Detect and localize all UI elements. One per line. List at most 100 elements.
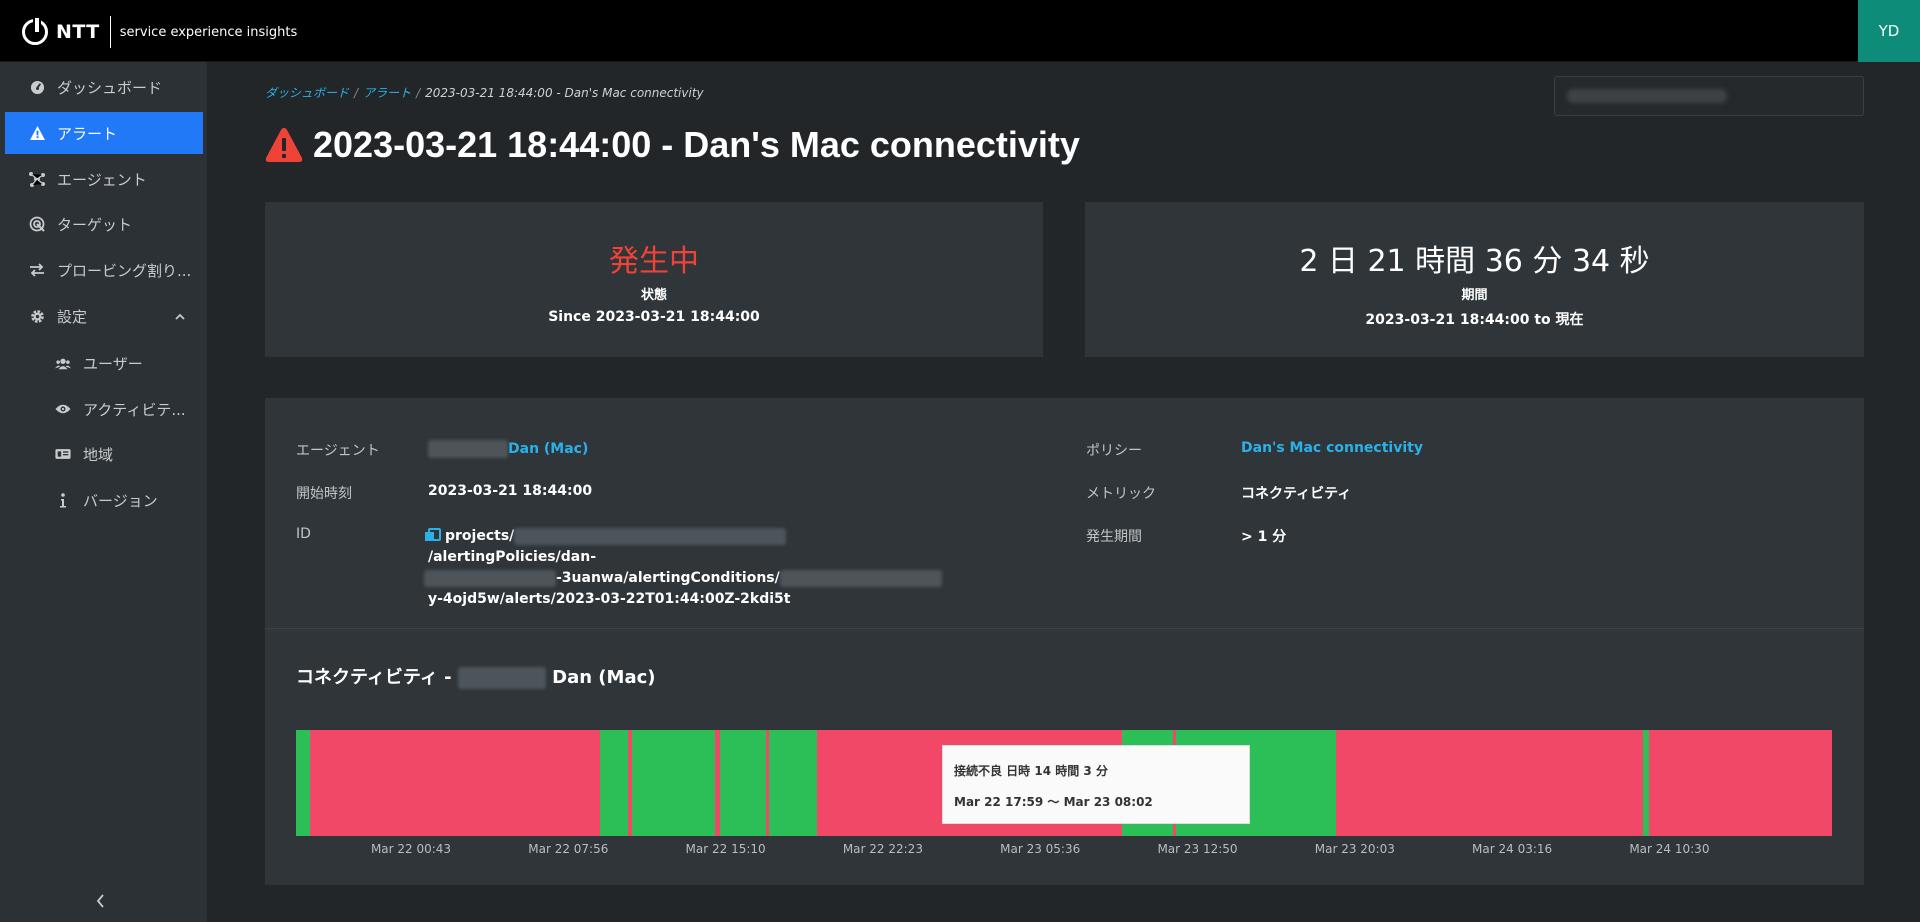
- period-value: > 1 分: [1241, 529, 1287, 545]
- region-icon: [55, 446, 71, 462]
- chart-title-suffix: Dan (Mac): [552, 667, 656, 688]
- redacted-text: [514, 527, 787, 545]
- timeline-segment-bad[interactable]: [1649, 730, 1832, 836]
- logo-divider: [109, 16, 111, 48]
- sidebar-item-label: エージェント: [57, 170, 147, 189]
- duration-label: 期間: [1461, 288, 1488, 303]
- duration-value: 2 日 21 時間 36 分 34 秒: [1299, 244, 1650, 279]
- sidebar-item-label: バージョン: [83, 491, 158, 510]
- id-text: -3uanwa/alertingConditions/: [556, 570, 780, 586]
- sidebar-item-region[interactable]: 地域: [5, 433, 203, 475]
- sidebar-item-targets[interactable]: ターゲット: [5, 203, 203, 245]
- id-text: projects/: [445, 528, 515, 544]
- connectivity-timeline[interactable]: 接続不良 日時 14 時間 3 分 Mar 22 17:59 〜 Mar 23 …: [296, 730, 1832, 856]
- timeline-segment-bad[interactable]: [309, 730, 601, 836]
- timeline-tick-label: Mar 23 20:03: [1314, 842, 1395, 856]
- sidebar-item-label: アクティビテ...: [83, 400, 186, 419]
- timeline-segment-ok[interactable]: [769, 730, 817, 836]
- timeline-tick-label: Mar 22 07:56: [528, 842, 609, 856]
- timeline-segment-ok[interactable]: [719, 730, 766, 836]
- agent-icon: [29, 171, 45, 187]
- sidebar-item-label: ユーザー: [83, 354, 143, 373]
- copy-icon[interactable]: [425, 528, 441, 541]
- timeline-tick-label: Mar 22 00:43: [370, 842, 452, 856]
- power-logo-icon: [22, 18, 48, 45]
- sidebar-item-users[interactable]: ユーザー: [5, 342, 203, 384]
- sidebar-item-label: 設定: [57, 307, 88, 326]
- brand-name: NTT: [56, 21, 100, 43]
- chart-title-prefix: コネクティビティ -: [296, 667, 452, 688]
- chevron-left-icon: [96, 894, 104, 908]
- info-icon: [55, 492, 71, 508]
- warning-icon: [265, 127, 303, 163]
- ntt-logo[interactable]: NTT service experience insights: [22, 16, 297, 48]
- sidebar-item-dashboard[interactable]: ダッシュボード: [5, 66, 203, 108]
- eye-icon: [55, 401, 71, 417]
- redacted-text: [428, 440, 508, 458]
- collapse-sidebar-button[interactable]: [96, 893, 105, 912]
- metric-value: コネクティビティ: [1241, 486, 1352, 502]
- timeline-tick-label: Mar 23 05:36: [1000, 842, 1081, 856]
- period-label: 発生期間: [1086, 529, 1142, 545]
- agent-label: エージェント: [296, 443, 380, 459]
- status-label: 状態: [640, 288, 667, 303]
- timeline-segment-ok[interactable]: [600, 730, 628, 836]
- gear-icon: [29, 308, 45, 324]
- status-card: 発生中 状態 Since 2023-03-21 18:44:00: [265, 202, 1043, 357]
- breadcrumb: ダッシュボード / アラート / 2023-03-21 18:44:00 - Dan's…: [265, 84, 704, 101]
- sidebar-item-version[interactable]: バージョン: [5, 479, 203, 521]
- page-title-text: 2023-03-21 18:44:00 - Dan's Mac connecti…: [313, 124, 1080, 165]
- timeline-segment-ok[interactable]: [296, 730, 310, 836]
- sidebar-item-settings[interactable]: 設定: [5, 295, 203, 337]
- warning-icon: [29, 125, 45, 141]
- breadcrumb-current: 2023-03-21 18:44:00 - Dan's Mac connecti…: [425, 86, 704, 100]
- status-value: 発生中: [609, 244, 699, 279]
- id-label: ID: [296, 526, 311, 542]
- sidebar-item-label: ターゲット: [57, 215, 133, 234]
- id-text: /alertingPolicies/dan-: [428, 549, 596, 565]
- project-selector[interactable]: [1554, 76, 1864, 116]
- page-title: 2023-03-21 18:44:00 - Dan's Mac connecti…: [265, 124, 1080, 166]
- sidebar-item-alerts[interactable]: アラート: [5, 112, 203, 154]
- alert-id-value: projects/ /alertingPolicies/dan- -3uanwa/a…: [424, 526, 948, 610]
- target-icon: [29, 216, 45, 232]
- redacted-text: [424, 569, 556, 587]
- sidebar-item-probing[interactable]: プロービング割り...: [5, 249, 203, 291]
- main-content: ダッシュボード / アラート / 2023-03-21 18:44:00 - Dan's…: [207, 62, 1920, 922]
- swap-icon: [29, 262, 45, 278]
- timeline-segment-bad[interactable]: [1335, 730, 1644, 836]
- timeline-tick-label: Mar 24 10:30: [1629, 842, 1710, 856]
- tooltip-duration: 接続不良 日時 14 時間 3 分: [954, 764, 1108, 778]
- policy-link[interactable]: Dan's Mac connectivity: [1241, 440, 1423, 456]
- id-text: y-4ojd5w/alerts/2023-03-22T01:44:00Z-2kd…: [428, 591, 791, 607]
- alert-details-card: エージェント Dan (Mac) 開始時刻 2023-03-21 18:44:0…: [265, 398, 1864, 885]
- timeline-tick-label: Mar 22 15:10: [685, 842, 766, 856]
- user-avatar[interactable]: YD: [1858, 0, 1920, 62]
- timeline-tick-label: Mar 24 03:16: [1472, 842, 1553, 856]
- timeline-segment-ok[interactable]: [632, 730, 716, 836]
- agent-name: Dan (Mac): [508, 441, 589, 457]
- users-icon: [55, 355, 71, 371]
- sidebar-item-agents[interactable]: エージェント: [5, 158, 203, 200]
- policy-label: ポリシー: [1086, 443, 1142, 459]
- redacted-text: [457, 667, 546, 689]
- chart-title: コネクティビティ - Dan (Mac): [296, 663, 656, 689]
- sidebar-item-label: プロービング割り...: [57, 261, 192, 280]
- sidebar-item-label: 地域: [83, 445, 114, 464]
- agent-link[interactable]: Dan (Mac): [428, 440, 588, 458]
- breadcrumb-separator: /: [416, 86, 421, 100]
- status-since: Since 2023-03-21 18:44:00: [548, 309, 760, 325]
- chevron-up-icon: [175, 310, 185, 323]
- timeline-tick-label: Mar 23 12:50: [1157, 842, 1238, 856]
- start-time-value: 2023-03-21 18:44:00: [428, 483, 593, 499]
- breadcrumb-alerts[interactable]: アラート: [363, 86, 411, 100]
- sidebar-item-activity[interactable]: アクティビテ...: [5, 388, 203, 430]
- breadcrumb-dashboard[interactable]: ダッシュボード: [265, 86, 349, 100]
- metric-label: メトリック: [1086, 486, 1156, 502]
- redacted-text: [1567, 89, 1727, 103]
- sidebar-item-label: アラート: [57, 124, 118, 143]
- timeline-tick-label: Mar 22 22:23: [842, 842, 923, 856]
- duration-card: 2 日 21 時間 36 分 34 秒 期間 2023-03-21 18:44:…: [1085, 202, 1864, 357]
- section-divider: [265, 628, 1864, 629]
- redacted-text: [779, 569, 942, 587]
